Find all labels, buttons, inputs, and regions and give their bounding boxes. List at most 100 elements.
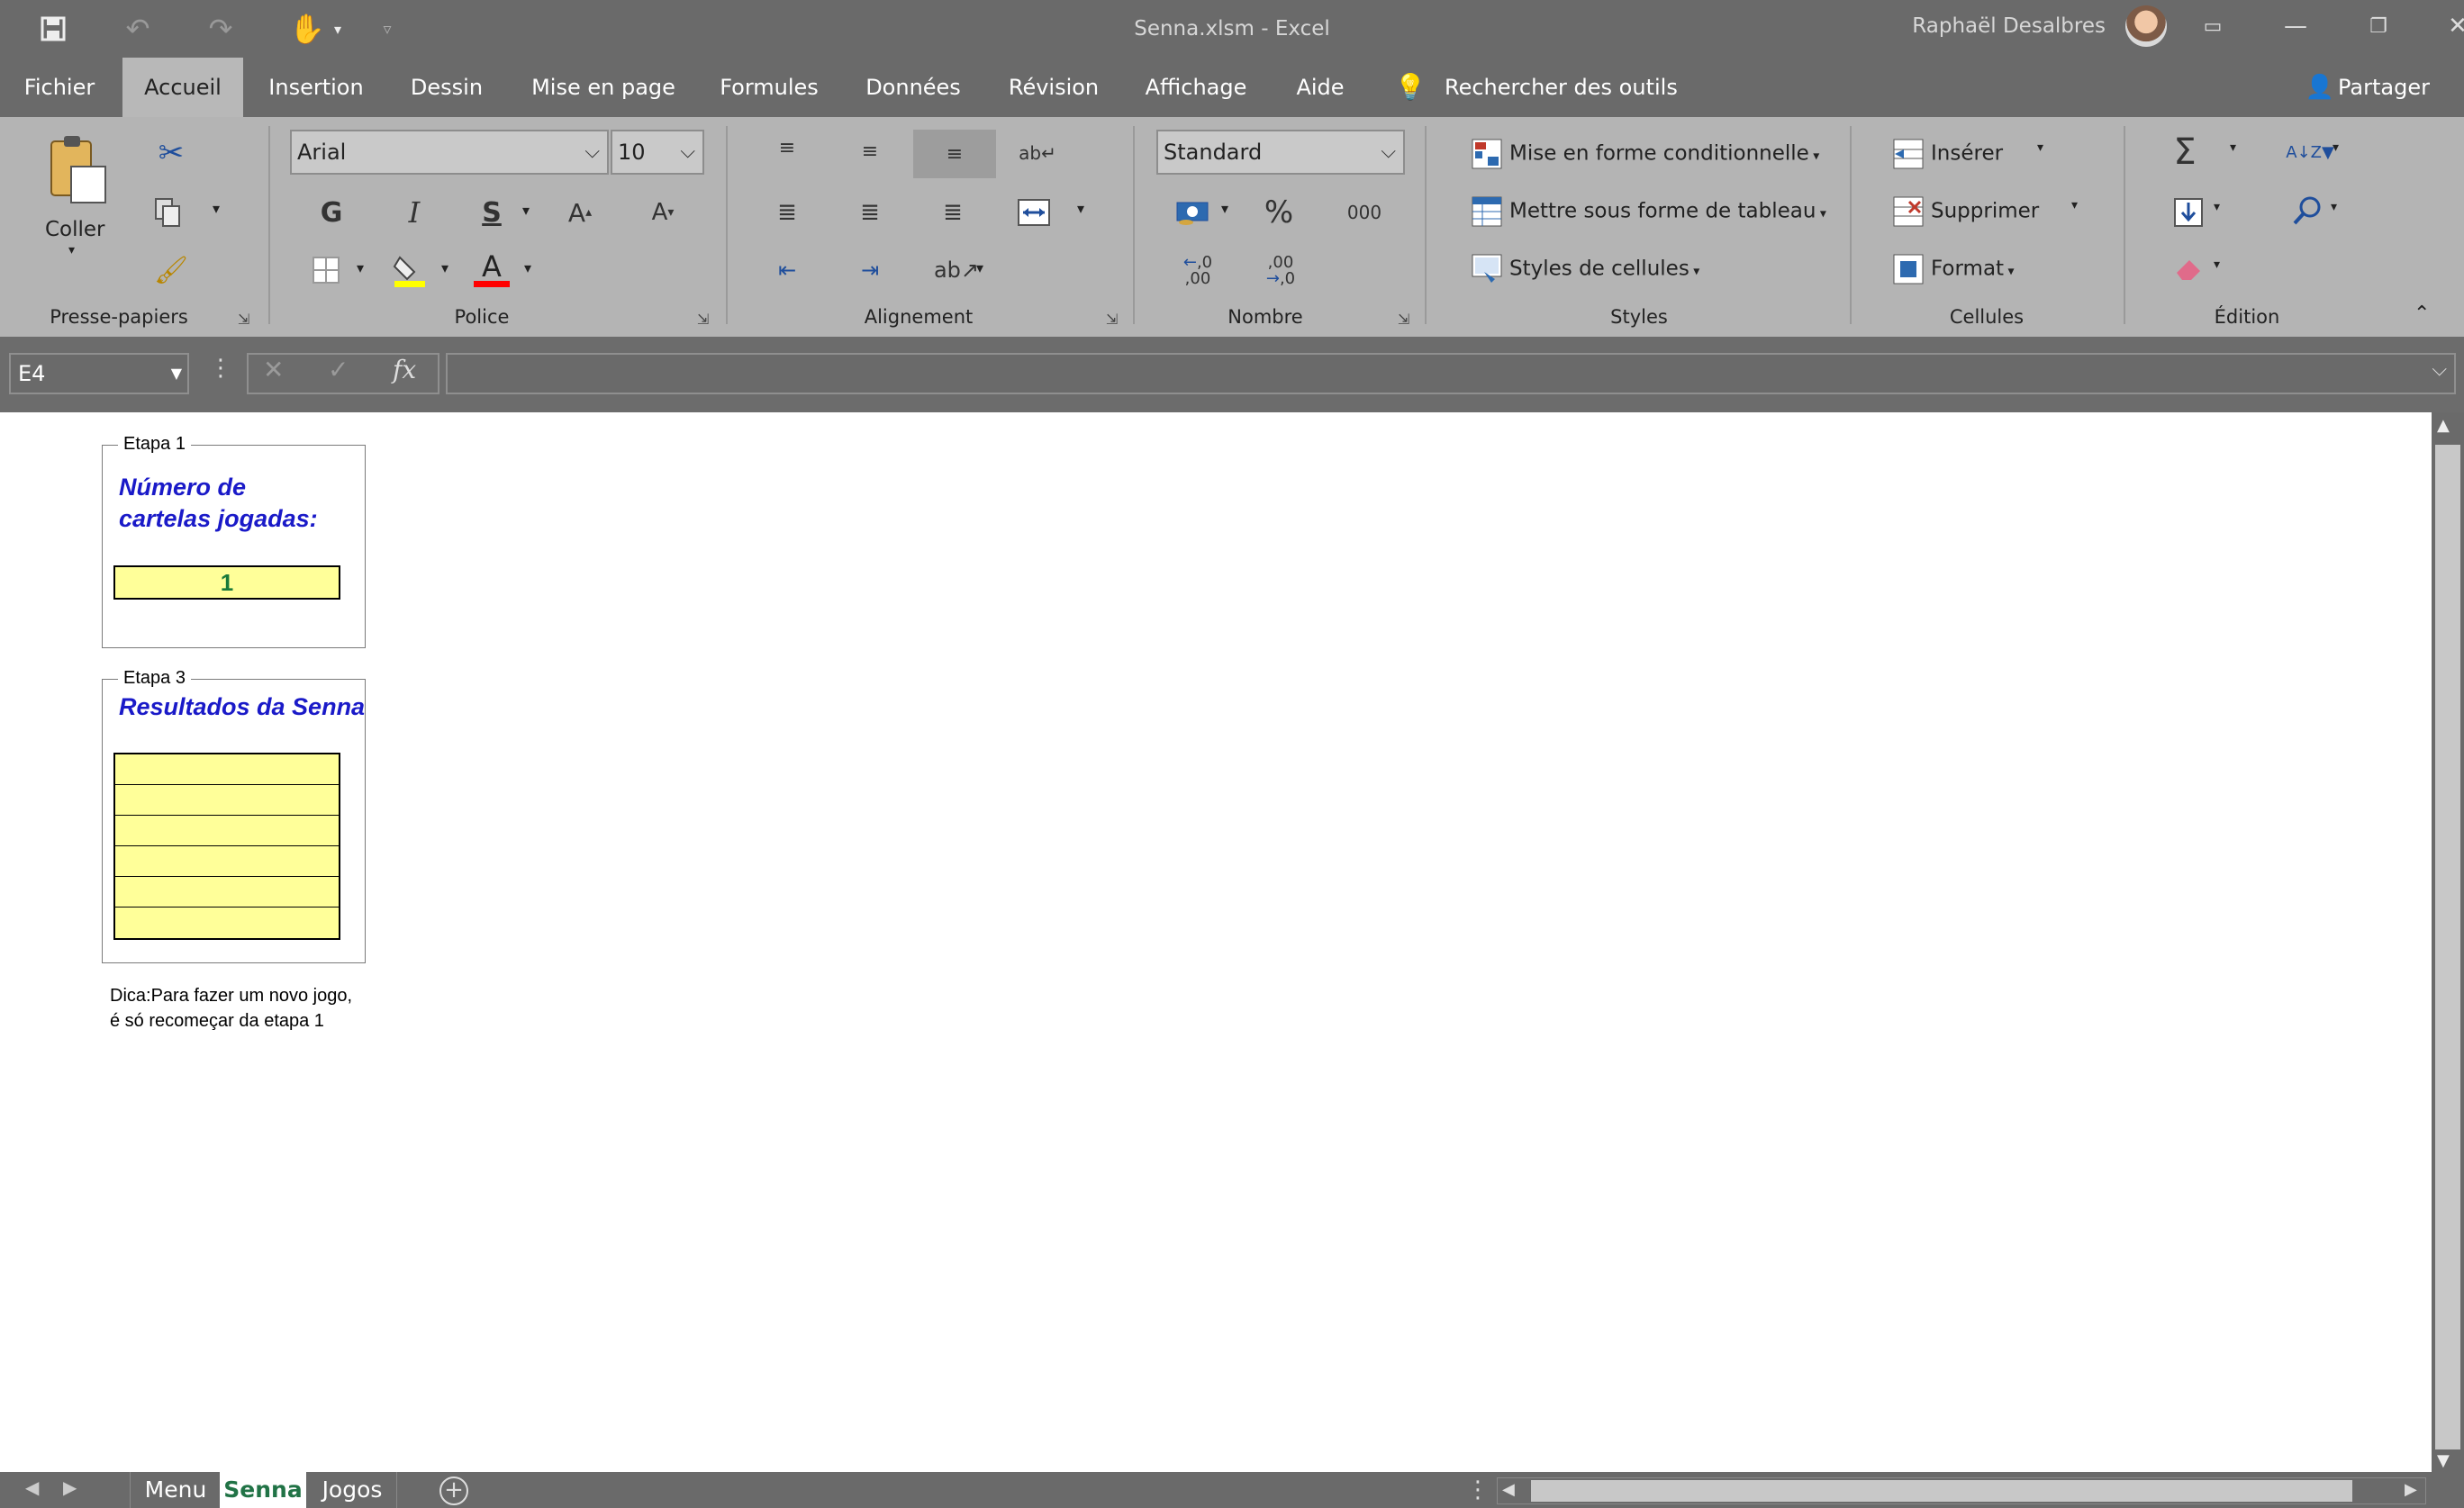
orientation-dropdown-icon[interactable]: ▾ [976, 259, 983, 276]
more-tabs-icon[interactable]: ⋮ [1466, 1476, 1490, 1503]
fill-down-icon[interactable] [2169, 193, 2208, 232]
accounting-format-icon[interactable] [1173, 193, 1212, 232]
merge-dropdown-icon[interactable]: ▾ [1077, 200, 1084, 217]
sheet-tab-menu[interactable]: Menu [130, 1472, 221, 1508]
font-name-select[interactable]: Arial ⌵ [290, 130, 609, 175]
paste-dropdown-icon[interactable]: ▾ [68, 243, 75, 257]
collapse-ribbon-icon[interactable]: ⌃ [2414, 303, 2430, 325]
scroll-left-icon[interactable]: ◀ [1502, 1480, 1515, 1499]
copy-dropdown-icon[interactable]: ▾ [213, 200, 220, 217]
result-row[interactable] [115, 754, 339, 785]
fill-color-dropdown-icon[interactable]: ▾ [441, 259, 448, 276]
tab-donnees[interactable]: Données [859, 58, 967, 117]
paste-icon[interactable] [36, 130, 117, 211]
result-row[interactable] [115, 785, 339, 816]
tab-fichier[interactable]: Fichier [0, 58, 119, 117]
cancel-entry-icon[interactable]: ✕ [263, 355, 284, 384]
tab-revision[interactable]: Révision [998, 58, 1110, 117]
align-left-icon[interactable]: ≣ [767, 193, 807, 232]
tab-aide[interactable]: Aide [1288, 58, 1353, 117]
name-box[interactable]: E4 ▼ [9, 353, 189, 394]
restore-icon[interactable]: ❐ [2336, 0, 2421, 52]
tab-accueil[interactable]: Accueil [122, 58, 243, 117]
format-as-table-button[interactable]: Mettre sous forme de tableau ▾ [1472, 196, 1826, 227]
formula-input[interactable]: ⌵ [446, 353, 2456, 394]
font-color-icon[interactable]: A [472, 247, 512, 292]
tell-me-search[interactable]: Rechercher des outils adaptés [1445, 58, 1751, 159]
copy-icon[interactable] [148, 193, 187, 232]
cards-played-input[interactable]: 1 [113, 565, 340, 600]
ribbon-display-icon[interactable]: ▭ [2170, 0, 2255, 52]
sheet-tab-senna[interactable]: Senna [220, 1472, 306, 1508]
avatar[interactable] [2125, 5, 2167, 47]
undo-icon[interactable]: ↶ [110, 5, 166, 52]
scroll-down-icon[interactable]: ▼ [2437, 1451, 2450, 1470]
decrease-indent-icon[interactable]: ⇤ [767, 250, 807, 290]
share-button[interactable]: Partager [2338, 58, 2430, 117]
touch-mode-dropdown-icon[interactable]: ▾ [324, 5, 351, 52]
insert-function-button[interactable]: fx [393, 355, 416, 384]
increase-indent-icon[interactable]: ⇥ [850, 250, 890, 290]
cut-icon[interactable]: ✂ [151, 133, 191, 173]
find-select-icon[interactable] [2287, 191, 2327, 230]
autosum-dropdown-icon[interactable]: ▾ [2230, 140, 2236, 155]
result-row[interactable] [115, 816, 339, 846]
tab-mise-en-page[interactable]: Mise en page [526, 58, 681, 117]
next-sheet-icon[interactable]: ▶ [63, 1476, 77, 1498]
number-launcher-icon[interactable]: ⇲ [1398, 311, 1409, 328]
paste-button[interactable]: Coller [45, 218, 105, 241]
format-cells-button[interactable]: Format ▾ [1893, 254, 2015, 284]
align-top-icon[interactable]: ≡ [767, 128, 807, 167]
scroll-right-icon[interactable]: ▶ [2405, 1480, 2417, 1499]
borders-icon[interactable] [306, 250, 346, 290]
increase-decimal-icon[interactable]: ←,0,00 [1176, 248, 1219, 293]
vertical-scroll-thumb[interactable] [2435, 445, 2460, 1449]
bold-button[interactable]: G [312, 193, 351, 232]
redo-icon[interactable]: ↷ [193, 5, 249, 52]
result-row[interactable] [115, 877, 339, 908]
delete-dropdown-icon[interactable]: ▾ [2071, 198, 2078, 212]
tab-insertion[interactable]: Insertion [259, 58, 373, 117]
percent-button[interactable]: % [1259, 193, 1299, 232]
result-row[interactable] [115, 846, 339, 877]
expand-formula-icon[interactable]: ⌵ [2432, 358, 2447, 381]
cell-styles-button[interactable]: Styles de cellules ▾ [1472, 254, 1699, 284]
alignment-launcher-icon[interactable]: ⇲ [1106, 311, 1118, 328]
underline-dropdown-icon[interactable]: ▾ [522, 202, 530, 219]
align-right-icon[interactable]: ≣ [933, 193, 973, 232]
user-name[interactable]: Raphaël Desalbres [1912, 0, 2106, 52]
save-icon[interactable] [25, 5, 81, 52]
fill-dropdown-icon[interactable]: ▾ [2214, 200, 2220, 214]
thousands-separator-button[interactable]: 000 [1342, 193, 1387, 232]
horizontal-scroll-thumb[interactable] [1531, 1480, 2352, 1502]
wrap-text-icon[interactable]: ab↵ [1018, 133, 1057, 173]
autosum-icon[interactable]: Σ [2163, 130, 2206, 175]
fill-color-icon[interactable] [389, 248, 429, 292]
sort-filter-dropdown-icon[interactable]: ▾ [2333, 140, 2339, 155]
underline-button[interactable]: S [472, 193, 512, 232]
number-format-select[interactable]: Standard ⌵ [1156, 130, 1405, 175]
font-color-dropdown-icon[interactable]: ▾ [524, 259, 531, 276]
align-center-icon[interactable]: ≣ [850, 193, 890, 232]
chevron-down-icon[interactable]: ▼ [171, 355, 182, 393]
customize-qat-icon[interactable]: ▿ [369, 5, 405, 52]
tab-affichage[interactable]: Affichage [1138, 58, 1254, 117]
merge-center-icon[interactable] [1014, 193, 1054, 232]
clear-dropdown-icon[interactable]: ▾ [2214, 257, 2220, 272]
conditional-formatting-button[interactable]: Mise en forme conditionnelle ▾ [1472, 139, 1819, 169]
minimize-icon[interactable]: — [2253, 0, 2338, 52]
italic-button[interactable]: I [394, 193, 434, 232]
decrease-font-size-icon[interactable]: A ▾ [643, 193, 683, 232]
borders-dropdown-icon[interactable]: ▾ [357, 259, 364, 276]
results-table[interactable] [113, 753, 340, 940]
font-size-select[interactable]: 10 ⌵ [611, 130, 704, 175]
add-sheet-icon[interactable]: + [439, 1476, 468, 1505]
insert-dropdown-icon[interactable]: ▾ [2037, 140, 2043, 155]
delete-cells-button[interactable]: Supprimer [1893, 196, 2039, 227]
insert-cells-button[interactable]: Insérer [1893, 139, 2003, 169]
sort-filter-icon[interactable]: A↓Z▼ [2286, 131, 2334, 173]
decrease-decimal-icon[interactable]: ,00 →,0 [1259, 248, 1302, 293]
result-row[interactable] [115, 908, 339, 938]
format-painter-icon[interactable]: 🖌 [151, 250, 191, 290]
font-launcher-icon[interactable]: ⇲ [697, 311, 709, 328]
